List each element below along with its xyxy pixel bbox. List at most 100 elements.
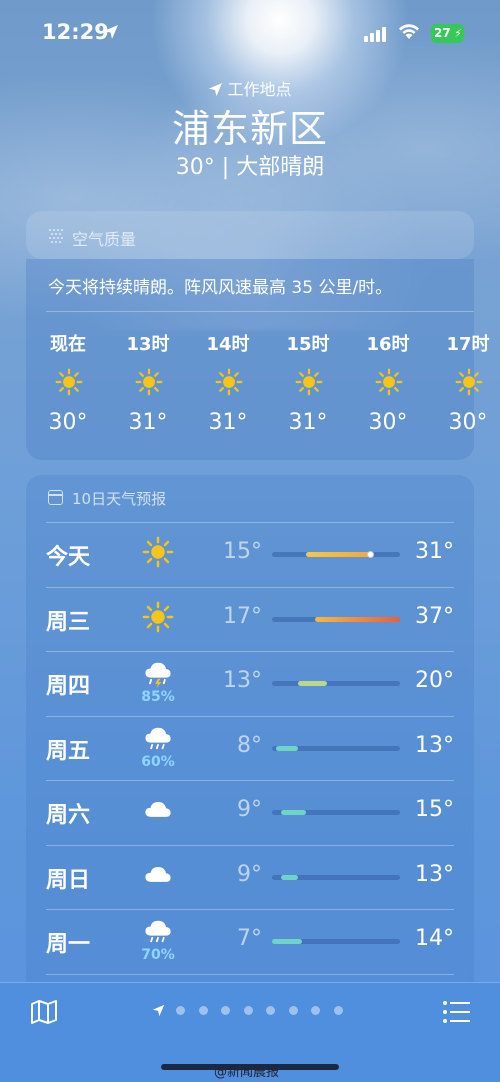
hourly-item: 17时 30° [428,330,500,450]
daily-row[interactable]: 周日 9° 13° [26,845,474,909]
daily-low-temp: 17° [223,603,262,629]
daily-low-temp: 9° [237,861,262,887]
daily-row[interactable]: 周五 60% 8° 13° [26,716,474,780]
daily-row[interactable]: 周三 17° 37° [26,587,474,651]
hourly-temperature: 31° [288,410,328,435]
status-time: 12:29 [42,20,109,44]
list-icon[interactable] [443,1001,471,1023]
daily-high-temp: 20° [415,668,454,693]
status-bar: 12:29 27 ⚡ [0,0,500,66]
precipitation-chance: 85% [141,689,175,705]
wifi-icon [399,24,419,39]
daily-high-temp: 15° [415,797,454,822]
page-dot[interactable] [176,1006,185,1015]
hourly-temperature: 31° [128,410,168,435]
daily-low-temp: 15° [223,539,262,564]
hourly-summary: 今天将持续晴朗。阵风风速最高 35 公里/时。 [48,278,393,298]
hourly-time-label: 14时 [206,334,250,355]
daily-forecast-title: 10日天气预报 [72,490,167,508]
hourly-time-label: 16时 [366,334,410,355]
hourly-item: 14时 31° [188,330,268,450]
precipitation-chance: 60% [141,753,175,770]
daily-row[interactable]: 周六 9° 15° [26,780,474,844]
page-dot[interactable] [243,1006,253,1015]
battery-indicator: 27 ⚡ [431,24,464,43]
sun-icon [455,368,483,400]
hourly-temperature: 30° [368,410,408,435]
air-quality-icon [49,229,63,243]
location-label-text: 工作地点 [227,80,292,99]
hourly-time-label: 17时 [446,334,490,355]
hourly-time-label: 13时 [126,334,170,355]
temperature-range-fill [306,552,375,557]
hourly-time-label: 现在 [50,334,86,355]
sun-icon [135,368,163,400]
daily-row[interactable]: 今天 15° 31° [26,522,474,586]
daily-low-temp: 8° [237,732,262,758]
battery-level: 27 [434,26,451,40]
city-name: 浦东新区 [171,107,328,151]
temperature-range-bar [272,681,400,686]
daily-day-label: 周六 [46,803,91,828]
daily-high-temp: 37° [415,603,454,629]
hourly-item: 15时 31° [268,330,348,450]
hourly-time-label: 15时 [286,334,330,355]
daily-high-temp: 14° [415,926,454,951]
hourly-temperature: 30° [48,410,88,435]
map-icon[interactable] [30,1000,58,1024]
daily-low-temp: 13° [223,668,262,693]
daily-high-temp: 13° [415,861,454,887]
page-dot[interactable] [288,1006,298,1015]
current-temp-dot [366,551,374,558]
air-quality-title: 空气质量 [72,230,137,249]
calendar-icon [48,490,63,505]
location-arrow-icon [209,82,223,97]
daily-day-label: 周三 [46,609,91,635]
hourly-item: 13时 31° [108,330,188,450]
page-dot[interactable] [221,1006,230,1015]
daily-day-label: 周日 [46,867,91,893]
temperature-range-fill [297,681,328,686]
location-arrow-icon [104,25,118,39]
daily-divider [46,973,454,975]
temperature-range-bar [272,745,400,751]
daily-low-temp: 9° [237,797,262,822]
page-dot[interactable] [266,1006,275,1015]
hourly-temperature: 30° [448,410,488,435]
temperature-range-fill [276,745,298,751]
cloud-icon [142,794,174,834]
daily-day-label: 周四 [46,674,91,699]
charging-bolt-icon: ⚡ [454,27,462,40]
daily-row[interactable]: 周四 85% 13° 20° [26,651,474,715]
hourly-item: 16时 30° [348,330,428,450]
cellular-signal-icon [364,26,386,42]
hourly-scroll-row[interactable]: 现在 30° 13时 31° 14时 31° 15时 31° 16时 30° 17时 30… [26,330,500,450]
sun-icon [375,368,403,400]
temperature-range-fill [314,616,400,622]
sun-icon [142,601,174,641]
page-dot[interactable] [311,1006,320,1015]
precipitation-chance: 70% [141,947,175,963]
temperature-range-fill [280,874,298,880]
page-dot[interactable] [333,1006,343,1015]
sun-icon [215,368,243,400]
hourly-divider [46,311,474,312]
daily-day-label: 周五 [46,738,91,764]
temperature-range-bar [272,939,400,944]
cloud-icon [142,859,174,899]
current-condition: 30° | 大部晴朗 [175,155,325,180]
sun-icon [55,368,83,400]
page-dot[interactable] [198,1006,208,1015]
watermark: @新闻晨报 [214,1065,280,1080]
temperature-range-bar [272,616,400,622]
daily-row[interactable]: 周一 70% 7° 14° [26,909,474,973]
daily-high-temp: 13° [415,732,454,758]
temperature-range-bar [272,810,400,815]
sun-icon [295,368,323,400]
hourly-item: 现在 30° [28,330,108,450]
location-label: 工作地点 [0,76,500,100]
current-location-page-icon[interactable] [152,1004,165,1017]
daily-high-temp: 31° [415,539,454,564]
daily-day-label: 今天 [46,545,91,570]
daily-low-temp: 7° [237,926,262,951]
